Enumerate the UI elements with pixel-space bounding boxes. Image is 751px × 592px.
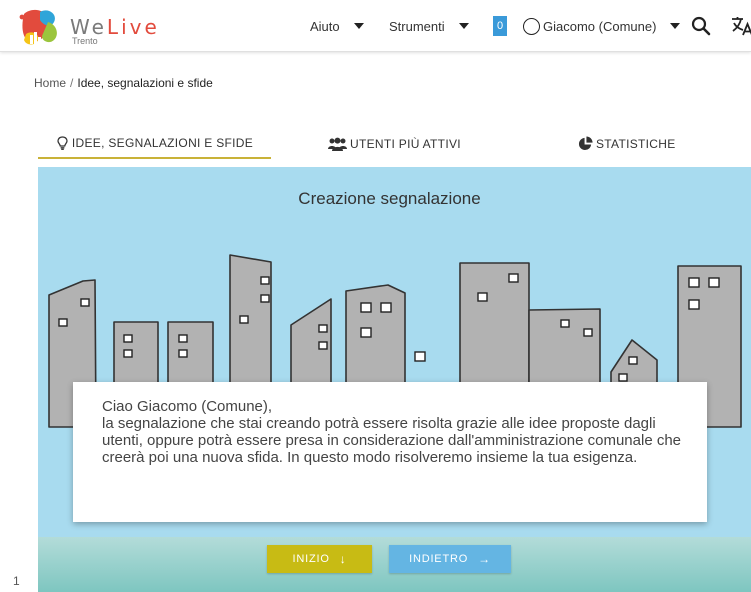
back-button[interactable]: INDIETRO → <box>389 545 511 573</box>
tools-menu[interactable]: Strumenti <box>389 0 469 52</box>
help-menu[interactable]: Aiuto <box>310 0 364 52</box>
tools-menu-label: Strumenti <box>389 18 445 34</box>
message-body: la segnalazione che stai creando potrà e… <box>102 415 682 466</box>
section-tabs: IDEE, SEGNALAZIONI E SFIDE UTENTI PIÙ AT… <box>38 128 751 159</box>
search-icon[interactable] <box>689 14 713 38</box>
tab-ideas[interactable]: IDEE, SEGNALAZIONI E SFIDE <box>38 128 271 159</box>
top-navbar: WeLive Trento Aiuto Strumenti 0 Giacomo … <box>0 0 751 52</box>
hero-banner: Creazione segnalazione Ciao Giacomo (Com… <box>38 167 751 592</box>
breadcrumb: Home / Idee, segnalazioni e sfide <box>34 76 213 90</box>
welive-logo-icon <box>19 9 57 45</box>
tab-active-users[interactable]: UTENTI PIÙ ATTIVI <box>292 128 492 159</box>
breadcrumb-current: Idee, segnalazioni e sfide <box>77 76 213 90</box>
tab-active-users-label: UTENTI PIÙ ATTIVI <box>350 136 461 151</box>
arrow-down-icon: ↓ <box>339 552 347 566</box>
users-icon <box>328 137 347 151</box>
chevron-down-icon <box>458 23 469 29</box>
chevron-down-icon <box>670 23 681 29</box>
breadcrumb-separator: / <box>70 76 74 90</box>
tab-statistics-label: STATISTICHE <box>596 136 676 151</box>
logo-word-live: Live <box>106 15 160 39</box>
pie-chart-icon <box>578 136 593 151</box>
notification-badge[interactable]: 0 <box>493 16 507 36</box>
help-menu-label: Aiuto <box>310 18 340 34</box>
lightbulb-icon <box>57 135 68 150</box>
message-greeting: Ciao Giacomo (Comune), <box>102 398 273 415</box>
arrow-right-icon: → <box>478 552 491 566</box>
user-menu[interactable]: Giacomo (Comune) <box>523 0 681 52</box>
welive-logo[interactable]: WeLive Trento <box>18 8 158 48</box>
chevron-down-icon <box>353 23 364 29</box>
user-circle-icon <box>523 17 540 35</box>
tab-statistics[interactable]: STATISTICHE <box>538 128 738 159</box>
translate-icon[interactable] <box>730 14 751 38</box>
start-button[interactable]: INIZIO ↓ <box>267 545 372 573</box>
start-button-label: INIZIO <box>292 553 330 565</box>
info-message-card: Ciao Giacomo (Comune), la segnalazione c… <box>73 382 707 522</box>
user-name: Giacomo (Comune) <box>543 18 657 34</box>
breadcrumb-home[interactable]: Home <box>34 76 66 90</box>
back-button-label: INDIETRO <box>409 553 469 565</box>
city-skyline-illustration <box>38 254 751 592</box>
tab-ideas-label: IDEE, SEGNALAZIONI E SFIDE <box>71 135 254 150</box>
hero-title: Creazione segnalazione <box>298 189 481 208</box>
page-edge-mark: 1 <box>13 574 20 588</box>
logo-subtitle: Trento <box>72 36 98 46</box>
